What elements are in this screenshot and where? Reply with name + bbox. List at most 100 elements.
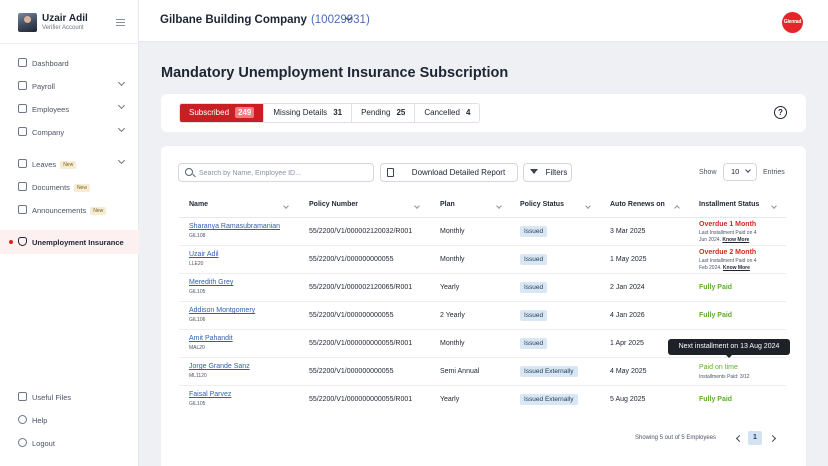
chevron-down-icon (117, 124, 126, 133)
tab-count: 249 (235, 107, 255, 118)
search-input[interactable] (199, 167, 369, 179)
chevron-left-icon[interactable] (735, 434, 744, 443)
employee-name-link[interactable]: Jorge Grande Sanz (189, 363, 250, 370)
profile-header: Uzair Adil Verifier Account (0, 0, 139, 44)
table-row: Faisal Parvez GIL105 55/2200/V1/00000000… (179, 386, 786, 414)
new-badge: New (60, 161, 77, 169)
top-bar: Gilbane Building Company (10029931) Glenr… (139, 0, 828, 42)
entries-value: 10 (731, 167, 740, 176)
menu-toggle-icon[interactable] (116, 19, 125, 26)
sidebar-item-useful-files[interactable]: Useful Files (0, 387, 139, 407)
entries-select[interactable]: 10 (723, 163, 757, 181)
status-badge: Issued Externally (520, 394, 578, 405)
know-more-link[interactable]: Know More (723, 265, 750, 271)
column-header-text: Plan (440, 201, 455, 208)
show-label: Show (699, 169, 717, 176)
tab-subscribed[interactable]: Subscribed 249 (180, 104, 265, 122)
renew-date: 5 Aug 2025 (610, 396, 646, 403)
column-header-text: Policy Status (520, 201, 564, 208)
chevron-down-icon (117, 78, 126, 87)
sidebar-item-company[interactable]: Company (0, 122, 139, 142)
employee-name-link[interactable]: Faisal Parvez (189, 391, 231, 398)
sort-icon[interactable] (414, 203, 420, 209)
page-number-button[interactable]: 1 (748, 431, 762, 445)
installment-note: Installments Paid: 3/12 (699, 374, 750, 380)
tab-count: 31 (333, 108, 343, 117)
sort-icon[interactable] (496, 203, 502, 209)
sidebar-item-logout[interactable]: Logout (0, 433, 139, 453)
employee-name-link[interactable]: Sharanya Ramasubramanian (189, 223, 280, 230)
column-header-plan[interactable]: Plan (440, 201, 502, 209)
active-indicator (9, 240, 13, 244)
pagination-summary: Showing 5 out of 5 Employees (635, 435, 717, 441)
tab-missing-details[interactable]: Missing Details 31 (264, 104, 353, 122)
help-circle-icon[interactable]: ? (774, 106, 787, 119)
column-header-name[interactable]: Name (189, 201, 289, 209)
chevron-right-icon[interactable] (768, 434, 777, 443)
sidebar-item-payroll[interactable]: Payroll (0, 76, 139, 96)
installment-status: Fully Paid (699, 312, 733, 319)
logout-icon (18, 438, 27, 447)
table-row: Jorge Grande Sanz ML1120 55/2200/V1/0000… (179, 358, 786, 386)
column-header-auto-renews[interactable]: Auto Renews on (610, 201, 680, 211)
sidebar-item-leaves[interactable]: Leaves New (0, 154, 139, 174)
renew-date: 1 Apr 2025 (610, 340, 644, 347)
renew-date: 1 May 2025 (610, 256, 647, 263)
announcements-icon (18, 205, 27, 214)
renew-date: 4 May 2025 (610, 368, 647, 375)
download-report-button[interactable]: Download Detailed Report (380, 163, 518, 182)
plan: Yearly (440, 396, 460, 403)
column-header-installment-status[interactable]: Installment Status (699, 201, 777, 209)
plan: Monthly (440, 228, 465, 235)
sidebar-item-help[interactable]: Help (0, 410, 139, 430)
employee-name-link[interactable]: Amit Pahandit (189, 335, 233, 342)
profile-name: Uzair Adil (42, 13, 88, 24)
employee-name-link[interactable]: Addison Montgomery (189, 307, 255, 314)
installment-status: Fully Paid (699, 396, 733, 403)
sidebar-item-label: Documents New (32, 183, 90, 192)
sidebar-item-label: Payroll (32, 82, 55, 91)
profile-role: Verifier Account (42, 25, 84, 31)
installment-note: Jun 2024. Know More (699, 237, 749, 244)
sort-icon[interactable] (283, 203, 289, 209)
installment-note-text: Jun 2024. (699, 236, 723, 243)
sidebar: Uzair Adil Verifier Account Dashboard Pa… (0, 0, 139, 466)
sidebar-item-employees[interactable]: Employees (0, 99, 139, 119)
sidebar-item-label: Useful Files (32, 393, 72, 402)
sidebar-item-dashboard[interactable]: Dashboard (0, 53, 139, 73)
filters-label: Filters (545, 168, 568, 177)
plan: Semi Annual (440, 368, 480, 375)
table-card: Download Detailed Report Filters Show 10… (161, 146, 806, 466)
sidebar-item-documents[interactable]: Documents New (0, 177, 139, 197)
employee-id: GIL105 (189, 401, 206, 407)
table-row: Uzair Adil LLE20 55/2200/V1/000000000055… (179, 246, 786, 274)
chevron-down-icon (117, 101, 126, 110)
sidebar-item-label: Announcements New (32, 206, 107, 215)
tab-label: Pending (361, 108, 391, 117)
company-selector[interactable]: Gilbane Building Company (10029931) (160, 14, 370, 26)
employee-id: GIL105 (189, 289, 206, 295)
column-header-policy-status[interactable]: Policy Status (520, 201, 591, 209)
entries-label: Entries (763, 169, 785, 176)
column-header-policy-number[interactable]: Policy Number (309, 201, 420, 209)
employee-name-link[interactable]: Uzair Adil (189, 251, 219, 258)
sort-icon[interactable] (585, 203, 591, 209)
employee-name-link[interactable]: Meredith Grey (189, 279, 233, 286)
sort-icon[interactable] (674, 205, 680, 211)
table-row: Meredith Grey GIL105 55/2200/V1/00000212… (179, 274, 786, 302)
know-more-link[interactable]: Know More (722, 237, 749, 243)
filters-button[interactable]: Filters (523, 163, 572, 182)
sidebar-item-announcements[interactable]: Announcements New (0, 200, 139, 220)
shield-icon (18, 237, 27, 246)
tab-cancelled[interactable]: Cancelled 4 (415, 104, 480, 122)
policy-number: 55/2200/V1/000000000055/R001 (309, 396, 413, 403)
payroll-icon (18, 81, 27, 90)
policy-number: 55/2200/V1/000002120065/R001 (309, 284, 413, 291)
tab-pending[interactable]: Pending 25 (352, 104, 416, 122)
sidebar-item-unemployment-insurance[interactable]: Unemployment Insurance (0, 230, 139, 254)
chevron-down-icon (745, 167, 751, 173)
avatar[interactable] (18, 13, 37, 32)
sort-icon[interactable] (771, 203, 777, 209)
page-title: Mandatory Unemployment Insurance Subscri… (161, 65, 509, 81)
sidebar-item-label: Help (32, 416, 48, 425)
